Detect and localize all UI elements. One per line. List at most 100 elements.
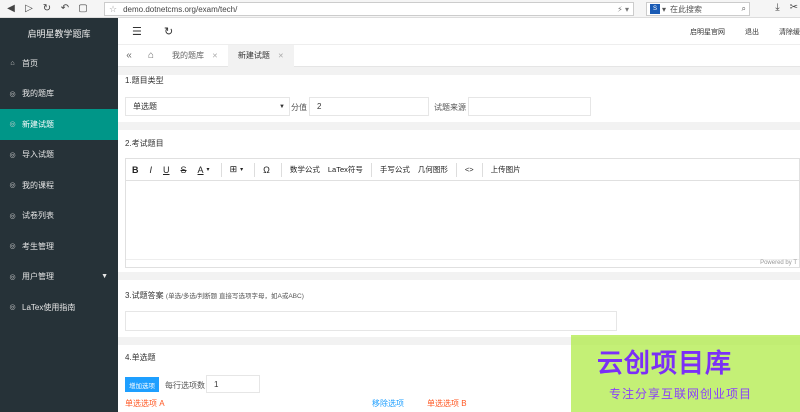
sidebar-item-user-management[interactable]: ◎ 用户管理 ▼ bbox=[0, 262, 118, 293]
import-icon: ◎ bbox=[9, 151, 16, 159]
search-dropdown-icon[interactable]: ▾ bbox=[662, 5, 666, 14]
latex-symbol-button[interactable]: LaTex符号 bbox=[328, 164, 363, 175]
editor-statusbar bbox=[126, 259, 799, 267]
menu-toggle-icon[interactable]: ☰ bbox=[132, 25, 142, 38]
list-icon: ◎ bbox=[9, 212, 16, 220]
tab-label: 我的题库 bbox=[172, 51, 204, 60]
reload-icon[interactable]: ↻ bbox=[40, 2, 54, 16]
official-site-link[interactable]: 启明星官网 bbox=[690, 27, 725, 37]
sidebar-item-label: 我的课程 bbox=[22, 180, 54, 190]
source-input[interactable] bbox=[468, 97, 591, 116]
table-icon[interactable]: ⊞ bbox=[230, 164, 238, 175]
source-label: 试题来源 bbox=[434, 103, 466, 112]
users-icon: ◎ bbox=[9, 273, 16, 281]
rich-text-editor[interactable]: B I U S A ▾ ⊞ ▾ Ω 数学公式 LaTex符号 手写公式 几何图形… bbox=[125, 158, 800, 268]
toolbar-separator bbox=[370, 162, 372, 177]
sidebar-item-label: 用户管理 bbox=[22, 272, 54, 282]
user-icon: ◎ bbox=[9, 243, 16, 251]
strikethrough-button[interactable]: S bbox=[181, 165, 187, 175]
refresh-icon[interactable]: ↻ bbox=[164, 25, 173, 38]
question-type-select[interactable]: 单选题 ▼ bbox=[125, 97, 290, 116]
source-code-button[interactable]: <> bbox=[465, 165, 474, 174]
score-value: 2 bbox=[317, 102, 322, 111]
bookmark-star-icon[interactable]: ☆ bbox=[109, 4, 117, 15]
section-divider bbox=[118, 122, 800, 130]
editor-powered-by: Powered by T bbox=[760, 260, 797, 266]
search-placeholder: 在此搜索 bbox=[670, 4, 703, 14]
course-icon: ◎ bbox=[9, 182, 16, 190]
search-icon[interactable]: ⌕ bbox=[742, 4, 746, 14]
browser-toolbar: ◀ ▷ ↻ ↶ ▢ ☆ demo.dotnetcms.org/exam/tech… bbox=[0, 0, 800, 18]
forward-icon[interactable]: ▷ bbox=[22, 2, 36, 16]
guide-icon: ◎ bbox=[9, 304, 16, 312]
scissors-icon[interactable]: ✂ bbox=[790, 2, 798, 13]
section-answer-title: 3.试题答案 (单选/多选/判断题 直接写选项字母，如A或ABC) bbox=[125, 290, 304, 301]
tab-bar: « ⌂ 我的题库 ✕ 新建试题 ✕ bbox=[118, 44, 800, 67]
sidebar-item-import[interactable]: ◎ 导入试题 bbox=[0, 140, 118, 171]
editor-toolbar: B I U S A ▾ ⊞ ▾ Ω 数学公式 LaTex符号 手写公式 几何图形… bbox=[126, 159, 799, 181]
remove-option-link[interactable]: 移除选项 bbox=[372, 398, 404, 409]
section-question-title: 2.考试题目 bbox=[125, 139, 164, 148]
math-formula-button[interactable]: 数学公式 bbox=[290, 164, 320, 175]
sidebar-item-latex-guide[interactable]: ◎ LaTex使用指南 bbox=[0, 292, 118, 323]
sidebar-item-label: LaTex使用指南 bbox=[22, 302, 76, 312]
clear-cache-link[interactable]: 清除缓 bbox=[779, 27, 800, 37]
undo-icon[interactable]: ↶ bbox=[58, 2, 72, 16]
sidebar-item-new-question[interactable]: ◎ 新建试题 bbox=[0, 109, 118, 140]
font-color-button[interactable]: A bbox=[198, 165, 204, 175]
handwrite-formula-button[interactable]: 手写公式 bbox=[380, 164, 410, 175]
answer-title-text: 3.试题答案 bbox=[125, 291, 164, 300]
home-tab-icon[interactable]: ⌂ bbox=[140, 50, 162, 61]
special-char-button[interactable]: Ω bbox=[263, 165, 270, 175]
chevron-down-icon[interactable]: ▾ bbox=[207, 166, 210, 173]
toolbar-separator bbox=[455, 162, 457, 177]
logout-link[interactable]: 退出 bbox=[745, 27, 759, 37]
sidebar-item-my-library[interactable]: ◎ 我的题库 bbox=[0, 79, 118, 110]
question-type-value: 单选题 bbox=[133, 102, 157, 111]
bold-button[interactable]: B bbox=[132, 165, 139, 175]
home-icon: ⌂ bbox=[10, 59, 15, 67]
sidebar: 启明星教学题库 ⌂ 首页 ◎ 我的题库 ◎ 新建试题 ◎ 导入试题 ◎ 我的课程… bbox=[0, 18, 118, 412]
underline-button[interactable]: U bbox=[163, 165, 170, 175]
back-icon[interactable]: ◀ bbox=[4, 2, 18, 16]
tabs-scroll-left-icon[interactable]: « bbox=[118, 50, 140, 61]
score-label: 分值 bbox=[291, 103, 307, 112]
lightning-icon[interactable]: ⚡ ▾ bbox=[617, 5, 629, 14]
sidebar-item-home[interactable]: ⌂ 首页 bbox=[0, 48, 118, 79]
section-single-choice-title: 4.单选题 bbox=[125, 353, 156, 362]
download-icon[interactable]: ⤓ bbox=[775, 2, 779, 13]
toolbar-separator bbox=[220, 162, 222, 177]
answer-hint: (单选/多选/判断题 直接写选项字母，如A或ABC) bbox=[165, 293, 304, 300]
address-bar[interactable]: ☆ demo.dotnetcms.org/exam/tech/ ⚡ ▾ bbox=[104, 2, 634, 16]
sidebar-item-paper-list[interactable]: ◎ 试卷列表 bbox=[0, 201, 118, 232]
search-engine-logo: S bbox=[650, 4, 660, 14]
caret-down-icon: ▼ bbox=[101, 273, 108, 281]
close-icon[interactable]: ✕ bbox=[278, 52, 284, 60]
toolbar-separator bbox=[481, 162, 483, 177]
sidebar-item-examinees[interactable]: ◎ 考生管理 bbox=[0, 231, 118, 262]
url-text: demo.dotnetcms.org/exam/tech/ bbox=[123, 4, 238, 14]
sidebar-item-label: 新建试题 bbox=[22, 119, 54, 129]
per-row-value: 1 bbox=[214, 379, 219, 389]
browser-search-box[interactable]: S ▾ 在此搜索 ⌕ bbox=[646, 2, 750, 16]
tab-new-question[interactable]: 新建试题 ✕ bbox=[227, 44, 294, 67]
score-input[interactable]: 2 bbox=[309, 97, 429, 116]
dropdown-arrow-icon: ▼ bbox=[279, 103, 285, 110]
italic-button[interactable]: I bbox=[150, 165, 153, 175]
tab-my-library[interactable]: 我的题库 ✕ bbox=[162, 45, 228, 67]
toolbar-separator bbox=[254, 162, 256, 177]
close-icon[interactable]: ✕ bbox=[212, 52, 218, 60]
geometry-button[interactable]: 几何图形 bbox=[418, 164, 448, 175]
sidebar-item-label: 导入试题 bbox=[22, 150, 54, 160]
reader-icon[interactable]: ▢ bbox=[76, 2, 90, 16]
upload-image-button[interactable]: 上传图片 bbox=[491, 164, 521, 175]
watermark-title: 云创项目库 bbox=[597, 348, 733, 378]
sidebar-item-label: 试卷列表 bbox=[22, 211, 54, 221]
answer-input[interactable] bbox=[125, 311, 617, 331]
sidebar-item-courses[interactable]: ◎ 我的课程 bbox=[0, 170, 118, 201]
sidebar-item-label: 首页 bbox=[22, 58, 38, 68]
sidebar-item-label: 我的题库 bbox=[22, 89, 54, 99]
chevron-down-icon[interactable]: ▾ bbox=[240, 166, 243, 173]
per-row-input[interactable]: 1 bbox=[206, 375, 260, 393]
add-option-button[interactable]: 增加选项 bbox=[125, 377, 159, 392]
